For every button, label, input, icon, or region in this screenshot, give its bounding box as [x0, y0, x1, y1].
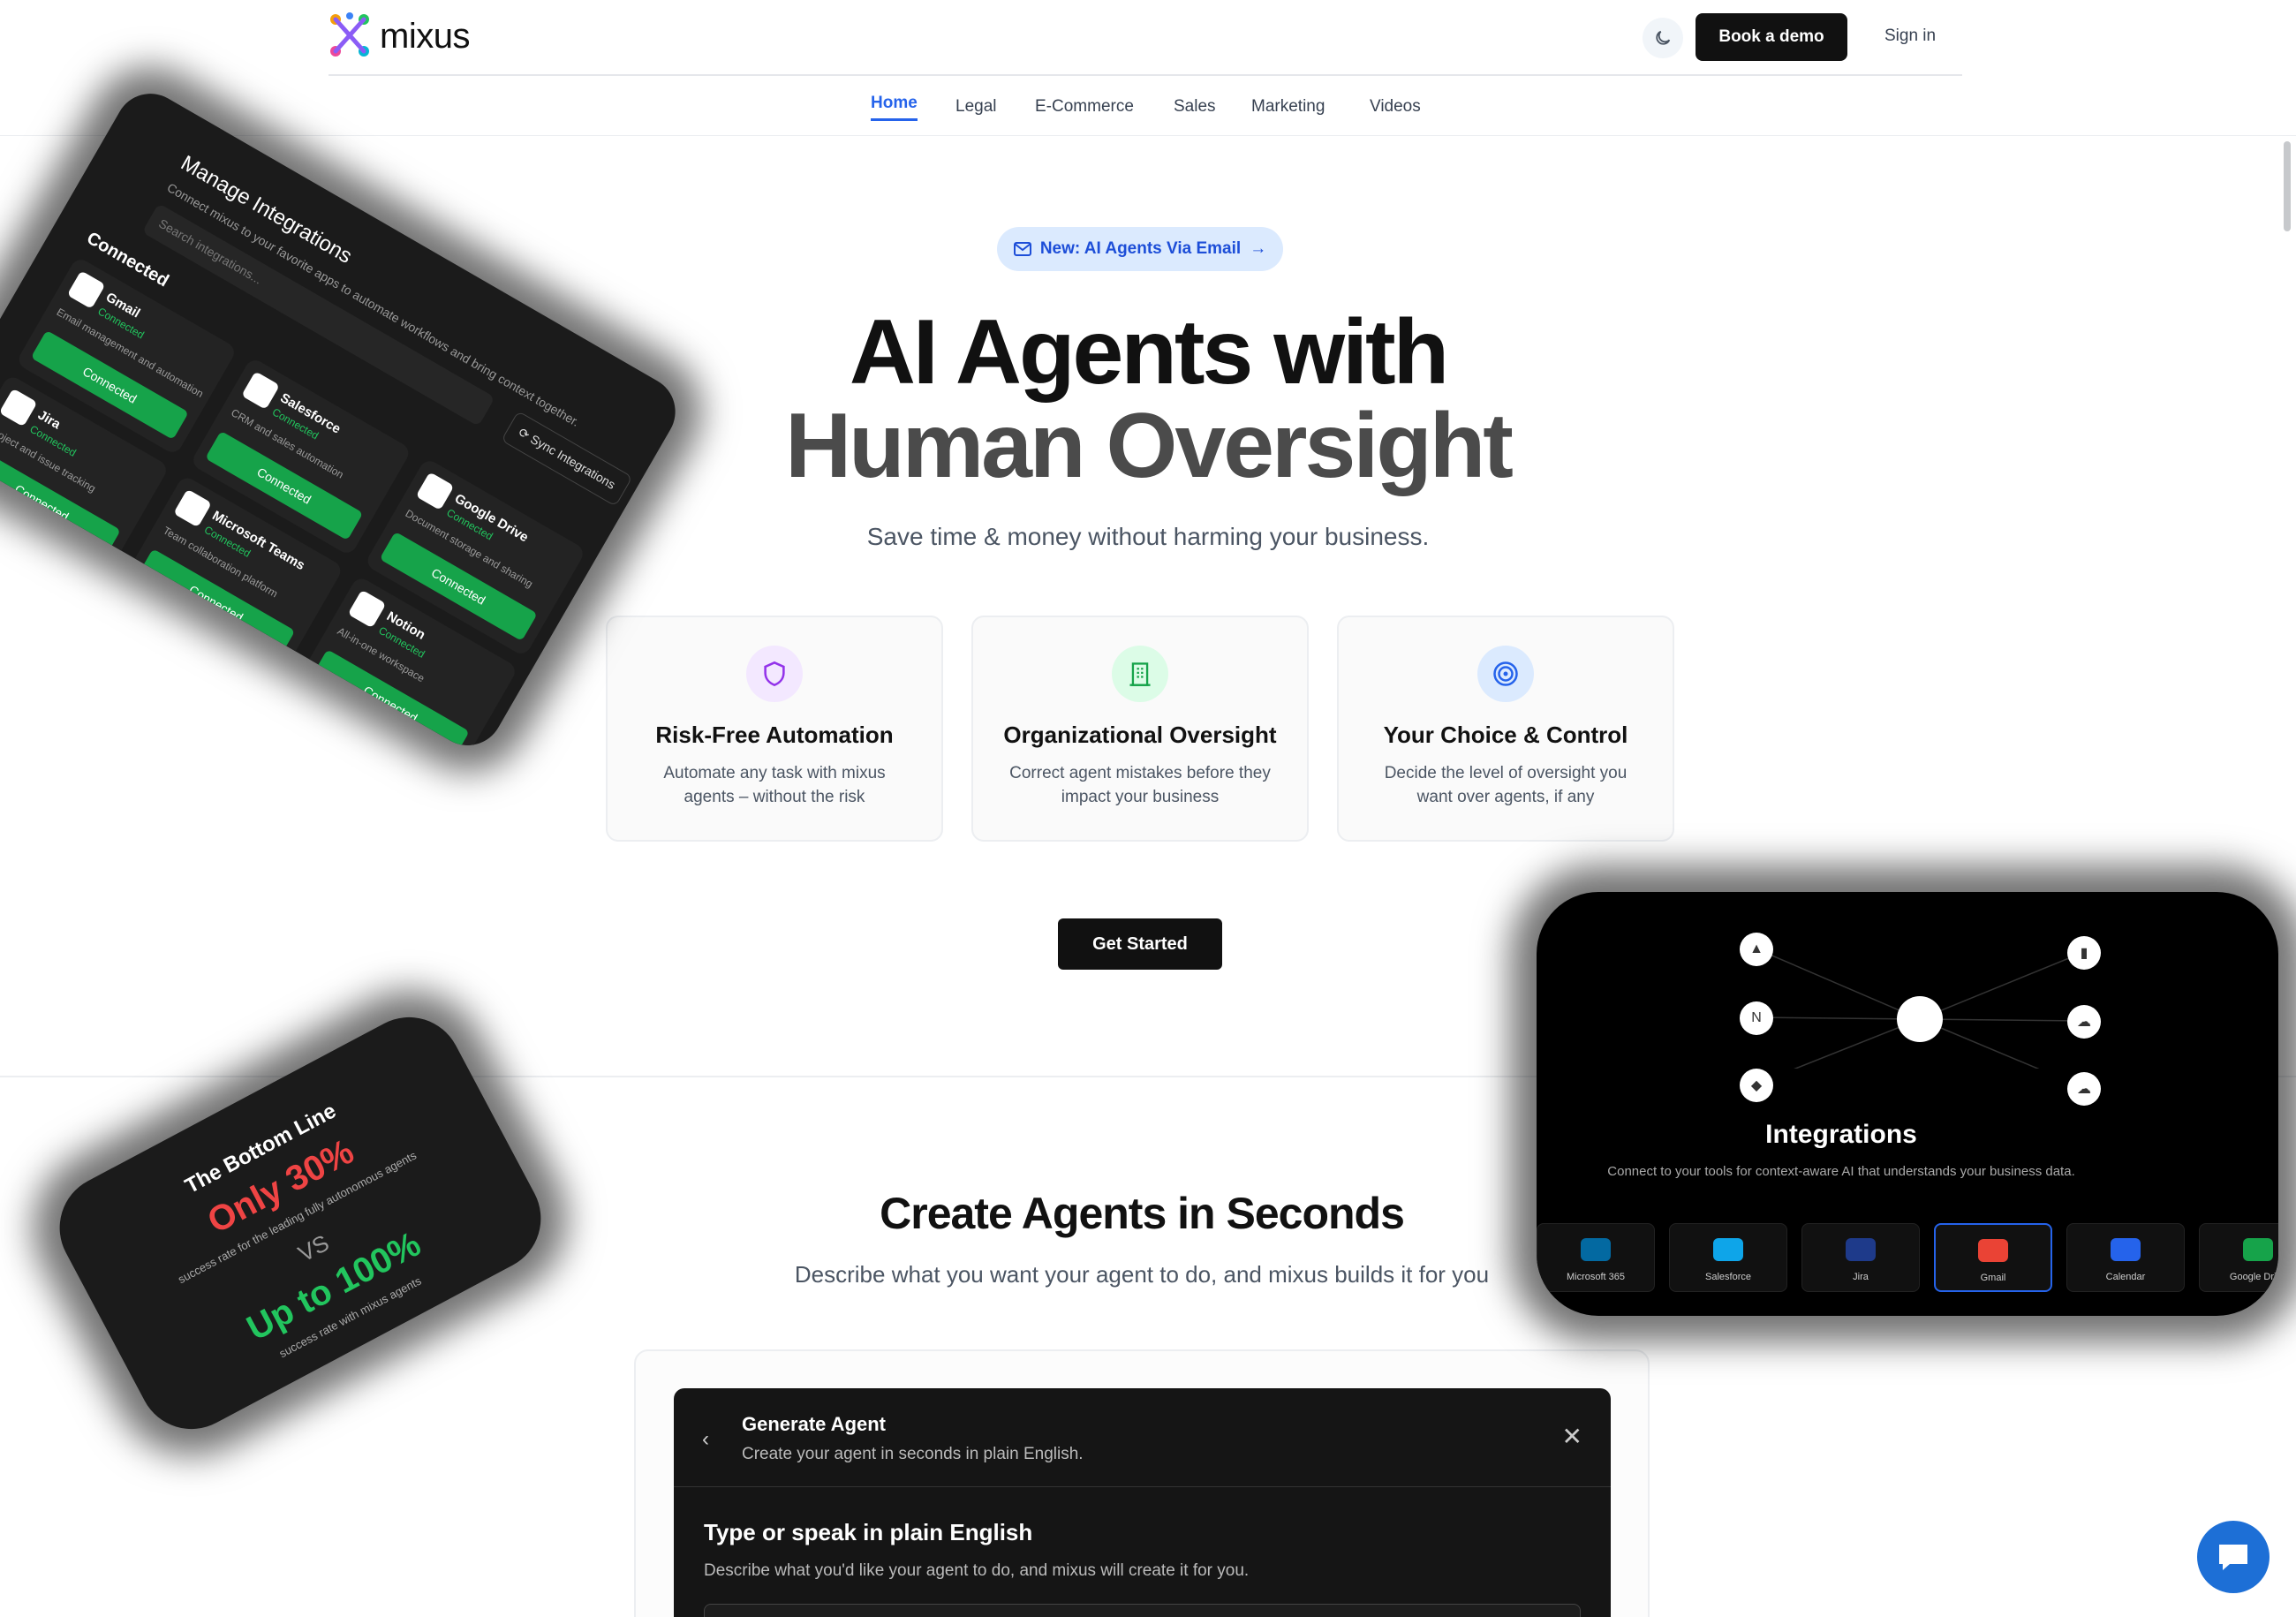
feature-card-risk-free: Risk-Free Automation Automate any task w… — [606, 616, 943, 842]
nav-legal[interactable]: Legal — [955, 97, 997, 117]
integrations-panel: ▲ N ◆ ▮ ☁ ☁ Integrations Connect to your… — [1537, 892, 2278, 1316]
feature-title: Your Choice & Control — [1383, 722, 1628, 748]
feature-desc: Automate any task with mixus agents – wi… — [663, 764, 886, 806]
logo-mark-icon — [329, 12, 371, 60]
microsoft-365-icon — [1581, 1238, 1611, 1261]
feature-title: Organizational Oversight — [1003, 722, 1277, 748]
generate-header: ‹ Generate Agent Create your agent in se… — [674, 1388, 1611, 1487]
generate-heading: Type or speak in plain English — [704, 1519, 1033, 1545]
sync-label: Sync Integrations — [527, 431, 618, 492]
shield-icon — [746, 646, 803, 702]
integration-label: Gmail — [1980, 1273, 2006, 1283]
feature-card-control: Your Choice & Control Decide the level o… — [1337, 616, 1674, 842]
notion-icon — [347, 589, 387, 629]
integration-gmail[interactable]: Gmail — [1934, 1223, 2052, 1292]
nav-marketing[interactable]: Marketing — [1251, 97, 1325, 117]
feature-desc: Correct agent mistakes before they impac… — [1009, 764, 1271, 806]
google-docs-icon: ▮ — [2067, 936, 2101, 970]
arrow-right-icon: → — [1250, 239, 1267, 258]
nav-sales[interactable]: Sales — [1174, 97, 1216, 117]
mixus-hub-icon — [1897, 996, 1943, 1042]
nav-videos[interactable]: Videos — [1370, 97, 1421, 117]
agent-description-input[interactable] — [704, 1604, 1581, 1617]
integration-connections — [1755, 948, 2085, 1069]
integrations-title: Integrations — [1765, 1120, 1917, 1149]
chat-widget-button[interactable] — [2197, 1521, 2270, 1593]
gmail-icon — [1978, 1239, 2008, 1262]
integration-salesforce[interactable]: Salesforce — [1669, 1223, 1787, 1292]
nav-ecommerce[interactable]: E-Commerce — [1035, 97, 1134, 117]
integration-label: Salesforce — [1705, 1272, 1751, 1282]
feature-desc: Decide the level of oversight you want o… — [1384, 764, 1628, 806]
integration-calendar[interactable]: Calendar — [2066, 1223, 2185, 1292]
notion-icon: N — [1740, 1001, 1773, 1035]
manage-integrations-panel: Manage Integrations Connect mixus to you… — [0, 80, 689, 759]
scrollbar-thumb[interactable] — [2284, 141, 2291, 231]
generate-title: Generate Agent — [742, 1413, 887, 1435]
calendar-icon — [2111, 1238, 2141, 1261]
salesforce-icon — [1713, 1238, 1743, 1261]
target-icon — [1477, 646, 1534, 702]
mail-icon — [1013, 242, 1031, 256]
integration-label: Jira — [1853, 1272, 1869, 1282]
jira-icon: ◆ — [1740, 1069, 1773, 1102]
salesforce-icon — [241, 371, 280, 410]
sign-in-link[interactable]: Sign in — [1884, 26, 1936, 46]
manage-desc: Connect mixus to your favorite apps to a… — [164, 180, 583, 429]
announcement-pill[interactable]: New: AI Agents Via Email → — [997, 227, 1283, 271]
theme-toggle-button[interactable] — [1643, 18, 1683, 58]
jira-icon — [0, 388, 38, 427]
generate-desc: Create your agent in seconds in plain En… — [742, 1445, 1084, 1463]
generate-agent-panel: ‹ Generate Agent Create your agent in se… — [674, 1388, 1611, 1617]
close-icon[interactable]: ✕ — [1562, 1422, 1582, 1451]
bottom-line-panel: The Bottom Line Only 30% success rate fo… — [41, 998, 560, 1448]
feature-title: Risk-Free Automation — [655, 722, 894, 748]
nav-home[interactable]: Home — [871, 94, 918, 121]
integration-label: Calendar — [2105, 1272, 2146, 1282]
integration-jira[interactable]: Jira — [1801, 1223, 1920, 1292]
generate-prompt: Describe what you'd like your agent to d… — [704, 1561, 1250, 1580]
sync-integrations-button[interactable]: ⟳ Sync Integrations — [501, 411, 633, 507]
onedrive-icon: ☁ — [2067, 1072, 2101, 1106]
announcement-text: New: AI Agents Via Email — [1039, 239, 1242, 258]
logo-text: mixus — [380, 16, 470, 56]
moon-icon — [1656, 30, 1671, 45]
book-demo-button[interactable]: Book a demo — [1696, 13, 1847, 61]
gmail-icon — [66, 270, 106, 309]
integration-microsoft365[interactable]: Microsoft 365 — [1537, 1223, 1655, 1292]
integration-google-drive[interactable]: Google Drive — [2199, 1223, 2278, 1292]
get-started-button[interactable]: Get Started — [1058, 918, 1222, 970]
jira-icon — [1846, 1238, 1876, 1261]
integration-label: Google Drive — [2229, 1272, 2278, 1282]
chevron-left-icon[interactable]: ‹ — [702, 1427, 709, 1452]
google-drive-icon — [2243, 1238, 2273, 1261]
feature-card-oversight: Organizational Oversight Correct agent m… — [971, 616, 1309, 842]
salesforce-icon: ☁ — [2067, 1005, 2101, 1039]
microsoft-teams-icon — [173, 488, 212, 528]
nav-bar: Home Legal E-Commerce Sales Marketing Vi… — [0, 78, 2296, 136]
google-drive-icon — [415, 472, 455, 510]
integration-label: Microsoft 365 — [1566, 1272, 1626, 1282]
google-drive-icon: ▲ — [1740, 933, 1773, 966]
logo[interactable]: mixus — [329, 12, 470, 60]
page: mixus Book a demo Sign in Home Legal E-C… — [0, 0, 2296, 1617]
building-icon — [1112, 646, 1168, 702]
chat-bubble-icon — [2219, 1545, 2247, 1570]
site-header: mixus Book a demo Sign in — [329, 0, 1962, 76]
integrations-desc: Connect to your tools for context-aware … — [1607, 1164, 2075, 1179]
